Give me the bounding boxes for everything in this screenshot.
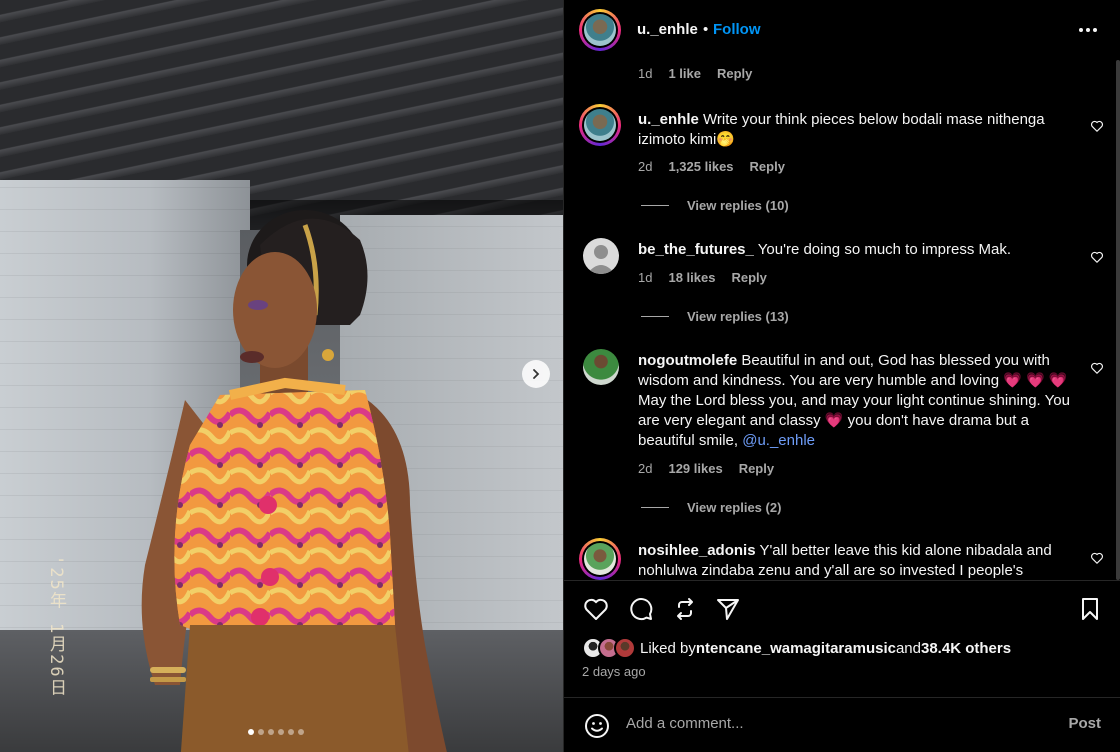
carousel-dot xyxy=(288,729,294,735)
reply-button[interactable]: Reply xyxy=(750,159,785,174)
comment-username[interactable]: be_the_futures_ xyxy=(638,241,754,258)
comment-likes[interactable]: 18 likes xyxy=(668,270,715,285)
like-comment-icon[interactable] xyxy=(1090,361,1104,375)
comment-meta: 1d 1 like Reply xyxy=(638,66,752,81)
carousel-dot xyxy=(268,729,274,735)
view-replies-label: View replies (2) xyxy=(687,500,782,515)
comment-time: 2d xyxy=(638,461,653,476)
author-username[interactable]: u._enhle xyxy=(637,21,698,38)
commenter-avatar[interactable] xyxy=(583,349,619,385)
comments-panel: u._enhle • Follow 1d 1 like Reply u._enh… xyxy=(563,0,1120,752)
chevron-right-icon xyxy=(533,369,540,379)
view-replies-label: View replies (10) xyxy=(687,198,789,213)
view-replies-button[interactable]: View replies (2) xyxy=(641,500,781,515)
more-icon xyxy=(1079,28,1083,32)
comment-meta: 2d 129 likes Reply xyxy=(638,461,774,476)
comment-time: 1d xyxy=(638,270,653,285)
comment-time: 2d xyxy=(638,159,653,174)
commenter-avatar[interactable] xyxy=(583,238,619,274)
send-button[interactable] xyxy=(714,595,742,623)
comment-meta: 2d 1,325 likes Reply xyxy=(638,159,785,174)
comment-likes[interactable]: 1,325 likes xyxy=(668,159,733,174)
comment-button[interactable] xyxy=(627,595,655,623)
liked-by-summary: Liked by ntencane_wamagitaramusic and 38… xyxy=(582,637,1011,659)
view-replies-button[interactable]: View replies (13) xyxy=(641,309,789,324)
mention-link[interactable]: @u._enhle xyxy=(742,432,815,449)
comment-text: u._enhle Write your think pieces below b… xyxy=(638,110,1076,150)
liker-avatars[interactable] xyxy=(582,637,640,659)
comment-body: You're doing so much to impress Mak. xyxy=(753,241,1012,258)
comment-list[interactable]: 1d 1 like Reply u._enhle Write your thin… xyxy=(564,60,1114,580)
comment-text: be_the_futures_ You're doing so much to … xyxy=(638,240,1076,260)
comment-username[interactable]: nogoutmolefe xyxy=(638,352,737,369)
carousel-dots xyxy=(248,729,304,735)
view-replies-button[interactable]: View replies (10) xyxy=(641,198,789,213)
carousel-next-button[interactable] xyxy=(522,360,550,388)
comment-text: nogoutmolefe Beautiful in and out, God h… xyxy=(638,351,1076,451)
liked-by-prefix: Liked by xyxy=(640,639,696,657)
post-header: u._enhle • Follow xyxy=(564,0,1120,60)
emoji-icon[interactable] xyxy=(584,713,610,739)
woman-figure xyxy=(141,210,447,752)
comment-time: 1d xyxy=(638,66,653,81)
carousel-dot xyxy=(248,729,254,735)
share-remix-button[interactable] xyxy=(671,595,699,623)
reply-button[interactable]: Reply xyxy=(717,66,752,81)
date-stamp: '25年 1月26日 xyxy=(46,555,66,698)
carousel-dot xyxy=(278,729,284,735)
avatar[interactable] xyxy=(579,9,621,51)
comments-scrollbar[interactable] xyxy=(1114,0,1120,580)
liked-by-user-link[interactable]: ntencane_wamagitaramusic xyxy=(696,640,896,657)
post-actions xyxy=(564,580,1120,640)
more-options-button[interactable] xyxy=(1079,28,1097,32)
reply-button[interactable]: Reply xyxy=(739,461,774,476)
commenter-avatar[interactable] xyxy=(579,104,621,146)
like-comment-icon[interactable] xyxy=(1090,250,1104,264)
comment-meta: 1d 18 likes Reply xyxy=(638,270,767,285)
comment-composer: Post xyxy=(564,697,1120,752)
likes-count-link[interactable]: 38.4K others xyxy=(921,640,1011,657)
comment-username[interactable]: nosihlee_adonis xyxy=(638,542,756,559)
liked-by-conjunction: and xyxy=(895,639,921,657)
view-replies-label: View replies (13) xyxy=(687,309,789,324)
comment-likes[interactable]: 129 likes xyxy=(668,461,722,476)
post-comment-button[interactable]: Post xyxy=(1068,715,1101,732)
save-bookmark-button[interactable] xyxy=(1076,595,1104,623)
comment-input[interactable] xyxy=(626,715,1026,732)
comment-likes[interactable]: 1 like xyxy=(668,66,701,81)
header-separator: • xyxy=(703,21,709,38)
default-profile-icon xyxy=(587,245,615,274)
comment-username[interactable]: u._enhle xyxy=(638,111,699,128)
carousel-dot xyxy=(298,729,304,735)
follow-button[interactable]: Follow xyxy=(713,21,761,38)
post-time-ago[interactable]: 2 days ago xyxy=(582,664,646,679)
comment-text: nosihlee_adonis Y'all better leave this … xyxy=(638,541,1076,580)
like-comment-icon[interactable] xyxy=(1090,551,1104,565)
post-photo: '25年 1月26日 xyxy=(0,0,563,752)
comment-body: Write your think pieces below bodali mas… xyxy=(638,111,1045,148)
carousel-dot xyxy=(258,729,264,735)
like-comment-icon[interactable] xyxy=(1090,119,1104,133)
commenter-avatar[interactable] xyxy=(579,538,621,580)
like-button[interactable] xyxy=(582,595,610,623)
reply-button[interactable]: Reply xyxy=(731,270,766,285)
